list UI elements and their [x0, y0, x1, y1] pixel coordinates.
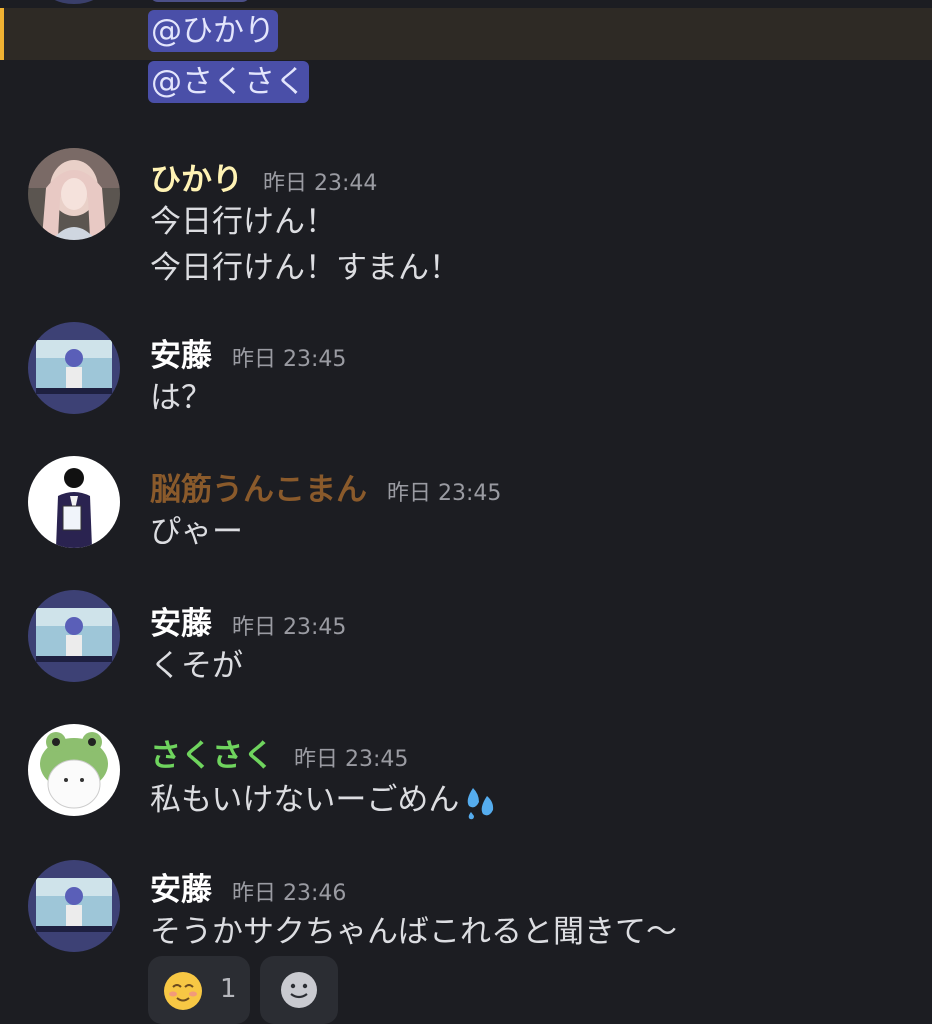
timestamp: 昨日 23:45	[294, 747, 409, 772]
avatar-noukin[interactable]	[28, 456, 120, 548]
author-name[interactable]: さくさく	[150, 738, 274, 774]
avatar[interactable]	[44, 0, 104, 4]
timestamp: 昨日 23:44	[263, 171, 378, 196]
sweat-droplets-icon	[461, 782, 501, 822]
avatar-ando[interactable]	[28, 322, 120, 414]
timestamp: 昨日 23:45	[232, 615, 347, 640]
timestamp: 昨日 23:45	[232, 347, 347, 372]
author-name[interactable]: 安藤	[150, 338, 212, 374]
message-text: 今日行けん！すまん！	[150, 250, 460, 286]
author-name[interactable]: 安藤	[150, 606, 212, 642]
message-text: 私もいけないーごめん	[150, 782, 460, 818]
message-text: 今日行けん！	[150, 204, 336, 240]
mention-sakusaku[interactable]: @さくさく	[148, 61, 309, 103]
mention-tag	[150, 0, 250, 2]
message-text: ぴゃー	[150, 514, 243, 550]
add-reaction-icon	[281, 972, 317, 1008]
mention-highlight	[0, 8, 932, 60]
author-name[interactable]: 安藤	[150, 872, 212, 908]
message-text: は？	[150, 380, 212, 416]
add-reaction-button[interactable]	[260, 956, 338, 1024]
message-text: くそが	[150, 648, 243, 684]
avatar-hikari[interactable]	[28, 148, 120, 240]
avatar-sakusaku[interactable]	[28, 724, 120, 816]
mention-hikari[interactable]: @ひかり	[148, 10, 278, 52]
relieved-face-icon	[164, 972, 202, 1010]
reaction-relieved[interactable]: 1	[148, 956, 250, 1024]
timestamp: 昨日 23:45	[387, 481, 502, 506]
author-name[interactable]: ひかり	[150, 162, 243, 198]
reaction-count: 1	[220, 974, 237, 1004]
message-text: そうかサクちゃんばこれると聞きて〜	[150, 914, 677, 950]
avatar-ando[interactable]	[28, 860, 120, 952]
author-name[interactable]: 脳筋うんこまん	[150, 472, 367, 508]
timestamp: 昨日 23:46	[232, 881, 347, 906]
avatar-ando[interactable]	[28, 590, 120, 682]
